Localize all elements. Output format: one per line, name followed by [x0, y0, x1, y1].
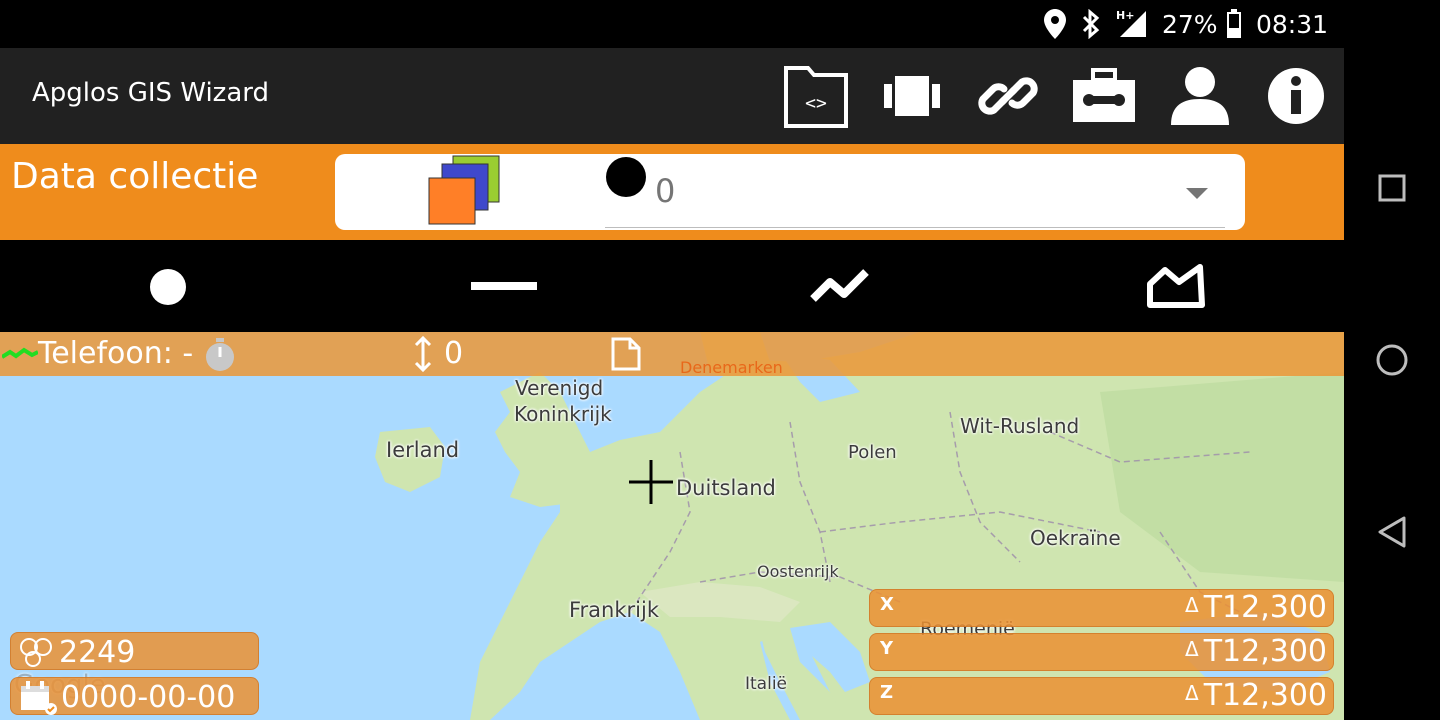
map-label-poland: Polen	[848, 442, 897, 463]
coord-y-value: T12,300	[1203, 634, 1327, 669]
tab-point[interactable]	[0, 240, 336, 332]
link-icon[interactable]	[974, 62, 1042, 130]
clock: 08:31	[1256, 9, 1329, 39]
collection-bar: Data collectie 0	[0, 144, 1344, 240]
polygon-icon	[1147, 264, 1205, 308]
gps-signal-icon	[0, 346, 39, 365]
layers-icon[interactable]	[878, 62, 946, 130]
coord-x-value: T12,300	[1203, 590, 1327, 625]
map-label-italy: Italië	[745, 674, 788, 694]
polyline-icon	[810, 269, 869, 302]
file-icon[interactable]	[611, 337, 641, 375]
home-button[interactable]	[1372, 340, 1412, 380]
battery-icon	[1226, 0, 1242, 48]
map-label-uk-2: Koninkrijk	[514, 402, 612, 426]
calendar-check-icon	[19, 681, 59, 719]
tab-line[interactable]	[336, 240, 672, 332]
point-icon	[150, 269, 186, 305]
height-arrow-icon	[414, 335, 432, 376]
system-nav-bar	[1344, 0, 1440, 720]
point-marker-icon	[605, 156, 647, 202]
coord-z-pill: Z Δ T12,300	[869, 677, 1334, 715]
svg-text:<>: <>	[805, 93, 827, 114]
app-bar: Apglos GIS Wizard <>	[0, 48, 1344, 144]
circle-icon	[1376, 344, 1408, 376]
map-label-ireland: Ierland	[386, 438, 460, 462]
coord-y-delta: Δ	[1185, 637, 1199, 661]
coord-x-axis: X	[880, 594, 894, 615]
points-count: 2249	[59, 635, 136, 670]
collection-title: Data collectie	[11, 156, 259, 197]
square-icon	[1378, 174, 1406, 202]
timer-icon	[204, 338, 236, 376]
map-label-germany: Duitsland	[676, 476, 776, 500]
crosshair-icon	[629, 460, 673, 508]
layer-stack-icon[interactable]	[427, 154, 503, 234]
user-icon[interactable]	[1166, 62, 1234, 130]
info-icon[interactable]	[1262, 62, 1330, 130]
coord-y-axis: Y	[880, 638, 894, 659]
coord-z-delta: Δ	[1185, 681, 1199, 705]
battery-percent: 27%	[1162, 9, 1218, 39]
date-pill: 0000-00-00	[10, 677, 259, 715]
map-label-ukraine: Oekraïne	[1030, 526, 1121, 550]
toolbox-icon[interactable]	[1070, 62, 1138, 130]
layer-value: 0	[655, 172, 676, 210]
network-type: H+	[1116, 9, 1135, 22]
height-value: 0	[444, 336, 464, 371]
points-count-pill: 2249	[10, 632, 259, 670]
triangle-back-icon	[1378, 516, 1406, 548]
tab-polyline[interactable]	[672, 240, 1008, 332]
signal-icon: H+	[1116, 0, 1148, 48]
back-button[interactable]	[1372, 512, 1412, 552]
folder-code-icon[interactable]: <>	[782, 62, 850, 130]
coord-z-value: T12,300	[1203, 678, 1327, 713]
geometry-tab-bar	[0, 240, 1344, 332]
info-strip: Telefoon: - 0 Denemarken	[0, 332, 1344, 377]
app-title: Apglos GIS Wizard	[32, 78, 269, 108]
map-label-austria: Oostenrijk	[757, 562, 839, 581]
line-icon	[471, 282, 537, 290]
coord-y-pill: Y Δ T12,300	[869, 633, 1334, 671]
location-icon	[1044, 0, 1066, 48]
map-label-uk-1: Verenigd	[515, 376, 604, 400]
map-label-belarus: Wit-Rusland	[960, 414, 1080, 438]
recents-button[interactable]	[1372, 168, 1412, 208]
map-label-denmark: Denemarken	[680, 358, 783, 377]
bluetooth-icon	[1080, 0, 1102, 48]
layer-selector-box: 0	[335, 154, 1245, 230]
map-label-france: Frankrijk	[569, 598, 659, 622]
points-cluster-icon	[19, 637, 55, 671]
layer-dropdown[interactable]: 0	[605, 154, 1235, 230]
coord-x-delta: Δ	[1185, 593, 1199, 617]
phone-label: Telefoon: -	[38, 336, 194, 371]
coord-z-axis: Z	[880, 682, 894, 703]
chevron-down-icon	[1185, 186, 1209, 205]
coord-x-pill: X Δ T12,300	[869, 589, 1334, 627]
date-value: 0000-00-00	[61, 680, 236, 715]
tab-polygon[interactable]	[1008, 240, 1344, 332]
status-bar: H+ 27% 08:31	[0, 0, 1440, 48]
